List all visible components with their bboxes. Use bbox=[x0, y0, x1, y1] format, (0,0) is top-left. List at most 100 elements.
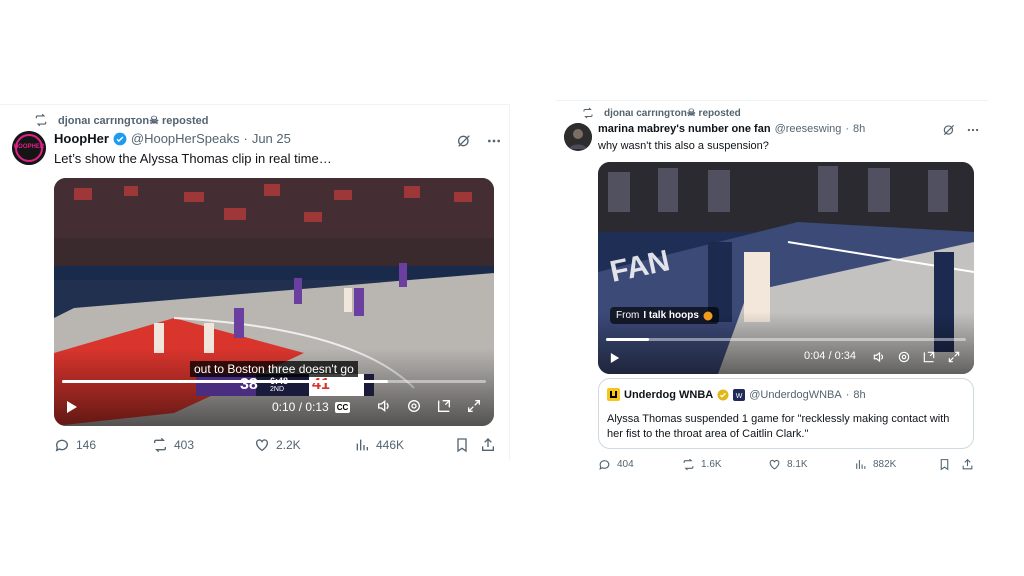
bookmark-button[interactable] bbox=[454, 437, 470, 453]
separator-dot: · bbox=[845, 388, 850, 401]
avatar-logo-text: HOOPHER bbox=[13, 144, 45, 150]
basketball-icon bbox=[703, 311, 713, 320]
reply-button[interactable]: 404 bbox=[598, 458, 634, 471]
author-handle[interactable]: @reeseswing bbox=[775, 123, 842, 135]
tweet-date[interactable]: 8h bbox=[853, 123, 865, 135]
video-controls-right bbox=[872, 350, 961, 364]
share-icon bbox=[482, 438, 494, 451]
tweet-reeseswing[interactable]: djonaι carrιngτon☠ reposted marina mabre… bbox=[556, 100, 988, 472]
views-button[interactable]: 882K bbox=[854, 458, 896, 471]
affiliate-badge-icon: W bbox=[733, 388, 746, 401]
grok-icon[interactable] bbox=[456, 133, 472, 149]
video-controls-right bbox=[376, 398, 482, 414]
author-handle[interactable]: @HoopHerSpeaks bbox=[131, 131, 240, 146]
like-count: 2.2K bbox=[276, 438, 301, 452]
score-left: 38 bbox=[240, 376, 258, 393]
views-icon bbox=[856, 460, 866, 469]
bookmark-button[interactable] bbox=[938, 458, 951, 471]
fullscreen-icon[interactable] bbox=[947, 350, 961, 364]
grok-icon[interactable] bbox=[942, 123, 956, 137]
more-icon[interactable] bbox=[486, 133, 502, 149]
views-count: 446K bbox=[376, 438, 405, 452]
bookmark-icon bbox=[940, 459, 949, 471]
tweet-header: marina mabrey's number one fan @reeseswi… bbox=[598, 123, 865, 135]
share-button[interactable] bbox=[961, 458, 974, 471]
quote-text-line-1: Alyssa Thomas suspended 1 game for "reck… bbox=[607, 413, 950, 425]
views-button[interactable]: 446K bbox=[354, 437, 404, 453]
quoted-tweet[interactable]: Underdog WNBA W @UnderdogWNBA · 8h Alyss… bbox=[598, 378, 974, 449]
game-quarter: 2ND bbox=[270, 386, 285, 393]
source-label: I talk hoops bbox=[643, 310, 699, 321]
tweet-text: why wasn't this also a suspension? bbox=[598, 140, 769, 152]
play-button[interactable] bbox=[610, 352, 620, 364]
svg-text:W: W bbox=[736, 393, 743, 400]
score-right: 41 bbox=[312, 376, 330, 393]
separator-dot: · bbox=[845, 123, 850, 135]
more-icon[interactable] bbox=[966, 123, 980, 137]
video-time-group: 0:04 / 0:34 bbox=[804, 350, 856, 362]
tweet-corner-actions bbox=[456, 133, 502, 149]
repost-icon bbox=[583, 107, 593, 119]
verified-badge-icon bbox=[113, 132, 127, 145]
repost-icon bbox=[35, 113, 47, 127]
play-icon bbox=[610, 353, 620, 363]
like-icon bbox=[769, 459, 780, 470]
video-player[interactable]: out to Boston three doesn't go 38 6:48 2… bbox=[54, 178, 494, 426]
volume-icon[interactable] bbox=[872, 350, 886, 364]
repost-label[interactable]: djonaι carrιngτon☠ reposted bbox=[58, 114, 208, 127]
tweet-header: HoopHer @HoopHerSpeaks · Jun 25 bbox=[54, 131, 291, 146]
author-name[interactable]: marina mabrey's number one fan bbox=[598, 123, 771, 135]
repost-count: 1.6K bbox=[701, 459, 722, 470]
tweet-corner-actions bbox=[942, 123, 980, 137]
like-count: 8.1K bbox=[787, 459, 808, 470]
verified-badge-icon bbox=[717, 389, 729, 400]
tweet-date[interactable]: Jun 25 bbox=[252, 131, 291, 146]
reply-count: 404 bbox=[617, 459, 634, 470]
like-button[interactable]: 8.1K bbox=[768, 458, 808, 471]
play-button[interactable] bbox=[66, 400, 78, 414]
fullscreen-icon[interactable] bbox=[466, 398, 482, 414]
share-button[interactable] bbox=[480, 437, 496, 453]
reply-icon bbox=[599, 460, 610, 470]
video-progress-bar[interactable] bbox=[606, 338, 966, 341]
settings-icon[interactable] bbox=[897, 350, 911, 364]
quote-header: Underdog WNBA W @UnderdogWNBA · 8h bbox=[607, 388, 866, 401]
share-icon bbox=[962, 458, 973, 470]
avatar[interactable] bbox=[564, 123, 592, 151]
separator-dot: · bbox=[243, 131, 248, 146]
volume-icon[interactable] bbox=[376, 398, 392, 414]
video-caption: out to Boston three doesn't go bbox=[190, 361, 358, 377]
quote-handle[interactable]: @UnderdogWNBA bbox=[749, 389, 841, 401]
repost-button[interactable]: 1.6K bbox=[682, 458, 722, 471]
like-icon bbox=[256, 439, 268, 452]
quote-author-name[interactable]: Underdog WNBA bbox=[624, 389, 713, 401]
tweet-hoopher[interactable]: djonaι carrιngτon☠ reposted HOOPHER Hoop… bbox=[0, 104, 510, 460]
pip-icon[interactable] bbox=[436, 398, 452, 414]
pip-icon[interactable] bbox=[922, 350, 936, 364]
author-name[interactable]: HoopHer bbox=[54, 131, 109, 146]
video-progress-fill bbox=[606, 338, 650, 341]
tweet-text: Let’s show the Alyssa Thomas clip in rea… bbox=[54, 151, 332, 166]
repost-count: 403 bbox=[174, 438, 195, 452]
repost-button[interactable]: 403 bbox=[152, 437, 194, 453]
views-count: 882K bbox=[873, 459, 897, 470]
like-button[interactable]: 2.2K bbox=[254, 437, 301, 453]
quote-date[interactable]: 8h bbox=[853, 389, 865, 401]
video-player[interactable]: FAN From I talk hoops 0:04 / 0:34 bbox=[598, 162, 974, 374]
video-time: 0:04 / 0:34 bbox=[804, 350, 856, 362]
reply-count: 146 bbox=[76, 438, 97, 452]
video-time-group: 0:10 / 0:13 CC bbox=[272, 400, 351, 414]
reply-button[interactable]: 146 bbox=[54, 437, 96, 453]
repost-label[interactable]: djonaι carrιngτon☠ reposted bbox=[604, 108, 741, 119]
repost-icon bbox=[154, 437, 166, 453]
views-icon bbox=[356, 439, 368, 451]
settings-icon[interactable] bbox=[406, 398, 422, 414]
reply-icon bbox=[55, 439, 68, 452]
repost-indicator: djonaι carrιngτon☠ reposted bbox=[34, 113, 208, 127]
video-progress-bar[interactable] bbox=[62, 380, 486, 383]
avatar[interactable]: HOOPHER bbox=[12, 131, 46, 165]
captions-button[interactable]: CC bbox=[334, 401, 351, 413]
repost-indicator: djonaι carrιngτon☠ reposted bbox=[582, 107, 741, 119]
from-source-pill[interactable]: From I talk hoops bbox=[610, 307, 719, 324]
play-icon bbox=[67, 401, 77, 413]
